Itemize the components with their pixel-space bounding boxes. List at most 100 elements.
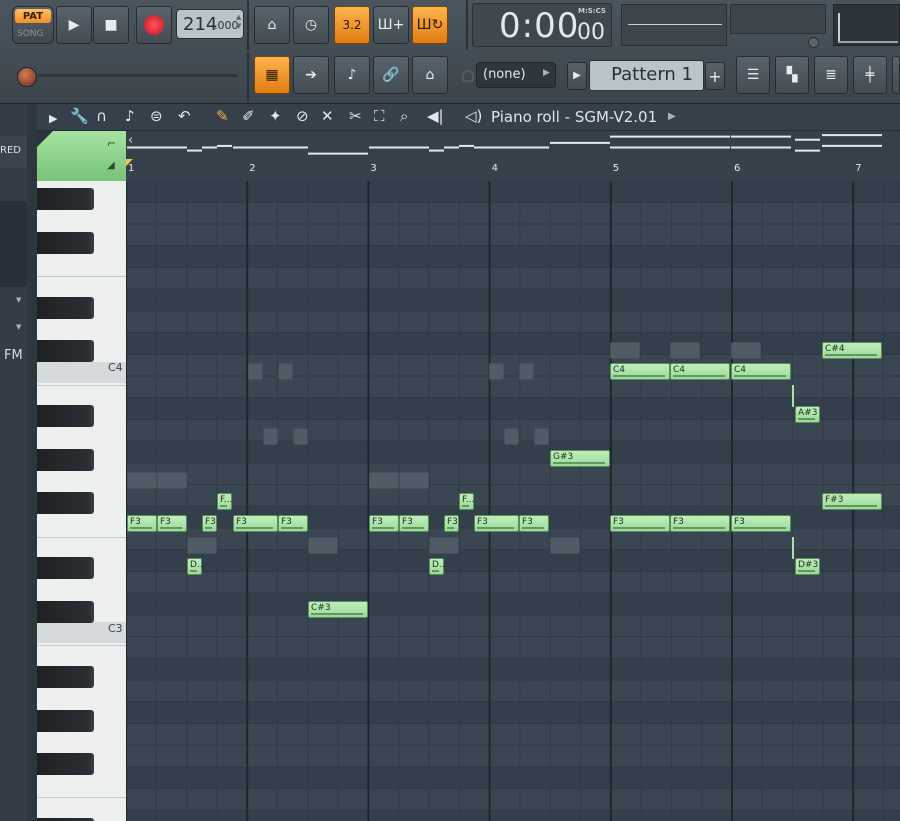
add-pattern-button[interactable]: + xyxy=(705,62,725,90)
note[interactable]: F... xyxy=(217,493,232,510)
note[interactable]: C4 xyxy=(610,363,670,380)
master-volume-knob[interactable] xyxy=(17,67,37,87)
pencil-icon[interactable]: ✎ xyxy=(216,106,229,126)
black-key[interactable] xyxy=(37,405,94,428)
note[interactable]: D... xyxy=(187,558,206,575)
tools-icon[interactable]: ⊜ xyxy=(150,106,163,126)
metronome-button[interactable]: ⌂ xyxy=(254,6,290,44)
paint-icon[interactable]: ✐ xyxy=(242,106,255,126)
browser-button[interactable] xyxy=(892,56,900,94)
song-mode-label[interactable]: SONG xyxy=(17,29,44,39)
black-key[interactable] xyxy=(37,752,94,775)
note-grid[interactable]: F3 F3 F3 F... D... F3 F3 C#3 F3 F3 F3 F... D... F3 F3 G… xyxy=(126,181,900,821)
title-arrow-icon[interactable]: ▶ xyxy=(668,111,676,122)
note[interactable]: F3 xyxy=(670,515,730,532)
black-key[interactable] xyxy=(37,296,94,319)
typing-keyboard-button[interactable]: Ш+ xyxy=(373,6,409,44)
time-ruler[interactable] xyxy=(126,160,900,182)
black-key[interactable] xyxy=(37,340,94,363)
black-key[interactable] xyxy=(37,188,94,211)
pattern-overview[interactable] xyxy=(126,131,900,160)
note[interactable]: F3 xyxy=(519,515,549,532)
mixer-button[interactable]: ╪ xyxy=(853,56,887,94)
note[interactable]: G#3 xyxy=(550,450,610,467)
song-time-display[interactable]: 0:00 M:S:CS 00 xyxy=(472,3,612,47)
ghost-note xyxy=(248,363,263,380)
note[interactable]: F3 xyxy=(157,515,187,532)
note-label: F3 xyxy=(236,517,247,527)
note[interactable]: C4 xyxy=(670,363,730,380)
pattern-selector[interactable]: Pattern 1 xyxy=(589,60,704,91)
chevron-down-icon[interactable]: ▼ xyxy=(16,296,21,304)
note[interactable]: D#3 xyxy=(795,558,820,575)
play-button[interactable]: ▶ xyxy=(56,6,92,44)
lock-icon[interactable] xyxy=(462,70,474,82)
piano-keyboard[interactable]: C4 C3 xyxy=(37,181,126,821)
piano-roll-button[interactable]: ▚ xyxy=(775,56,809,94)
playlist-snap-button[interactable]: ▦ xyxy=(254,56,290,94)
step-edit-button[interactable]: 3.2 xyxy=(334,6,370,44)
note[interactable]: F3 xyxy=(369,515,399,532)
pat-mode-label[interactable]: PAT xyxy=(15,9,51,23)
tempo-spin-icon[interactable]: ▲ ▼ xyxy=(236,13,241,31)
note[interactable]: A#3 xyxy=(795,406,820,423)
black-key[interactable] xyxy=(37,557,94,580)
undo-icon[interactable]: ↶ xyxy=(178,106,191,126)
playback-icon[interactable]: ◀| xyxy=(427,106,444,126)
note[interactable]: F3 xyxy=(731,515,791,532)
black-key[interactable] xyxy=(37,231,94,254)
note[interactable]: C#3 xyxy=(308,601,368,618)
tempo-display[interactable]: 214 .000 ▲ ▼ xyxy=(176,9,244,39)
stop-button[interactable]: ■ xyxy=(93,6,129,44)
pattern-menu-button[interactable]: ▶ xyxy=(567,62,587,90)
paint-brush-icon[interactable]: ✦ xyxy=(269,106,282,126)
note[interactable]: F3 xyxy=(610,515,670,532)
select-icon[interactable]: ⛶ xyxy=(374,106,385,126)
note[interactable]: F3 xyxy=(202,515,217,532)
note[interactable]: C#4 xyxy=(822,342,882,359)
delete-icon[interactable]: ⊘ xyxy=(296,106,309,126)
black-key[interactable] xyxy=(37,448,94,471)
record-button[interactable] xyxy=(136,6,172,44)
note[interactable]: C4 xyxy=(731,363,791,380)
note[interactable]: F... xyxy=(459,493,474,510)
note[interactable]: D... xyxy=(429,558,448,575)
snap-curve-icon[interactable]: ⌐ xyxy=(107,137,116,150)
channel-block[interactable] xyxy=(0,201,27,287)
speaker-icon[interactable]: ◁) xyxy=(465,106,482,126)
overview-notes xyxy=(127,134,882,155)
note[interactable]: F3 xyxy=(127,515,157,532)
black-key[interactable] xyxy=(37,600,94,623)
loop-record-button[interactable]: Ш↻ xyxy=(412,6,448,44)
multilink-button[interactable]: ⌂ xyxy=(412,56,448,94)
zoom-icon[interactable]: ⌕ xyxy=(400,106,408,126)
menu-arrow-icon[interactable]: ▶ xyxy=(49,109,57,129)
playlist-button[interactable]: ☰ xyxy=(736,56,770,94)
scroll-left-icon[interactable]: ‹ xyxy=(128,133,148,155)
master-pitch-slider[interactable] xyxy=(38,74,238,77)
magnet-icon[interactable]: ∩ xyxy=(96,106,107,126)
slice-icon[interactable]: ✂ xyxy=(349,106,362,126)
note[interactable]: F3 xyxy=(474,515,519,532)
next-step-button[interactable]: ➔ xyxy=(293,56,329,94)
note[interactable]: F3 xyxy=(233,515,278,532)
tempo-clock-button[interactable]: ◷ xyxy=(293,6,329,44)
resize-corner-icon[interactable]: ◢ xyxy=(107,160,115,171)
note[interactable]: F3 xyxy=(278,515,308,532)
black-key[interactable] xyxy=(37,709,94,732)
link-button[interactable]: 🔗 xyxy=(373,56,409,94)
panel-divider[interactable] xyxy=(27,104,37,821)
meter-toggle-icon[interactable] xyxy=(808,37,819,48)
blend-notes-button[interactable]: ♪ xyxy=(334,56,370,94)
wrench-icon[interactable]: 🔧 xyxy=(70,106,89,126)
black-key[interactable] xyxy=(37,666,94,689)
note[interactable]: F#3 xyxy=(822,493,882,510)
black-key[interactable] xyxy=(37,492,94,515)
pattern-preset-select[interactable]: (none) ▶ xyxy=(476,62,556,88)
channel-rack-button[interactable]: ≣ xyxy=(814,56,848,94)
mute-icon[interactable]: ✕ xyxy=(321,106,334,126)
note[interactable]: F3 xyxy=(399,515,429,532)
note-icon[interactable]: ♪ xyxy=(125,106,135,126)
note[interactable]: F3 xyxy=(444,515,459,532)
chevron-down-icon[interactable]: ▼ xyxy=(16,323,21,331)
